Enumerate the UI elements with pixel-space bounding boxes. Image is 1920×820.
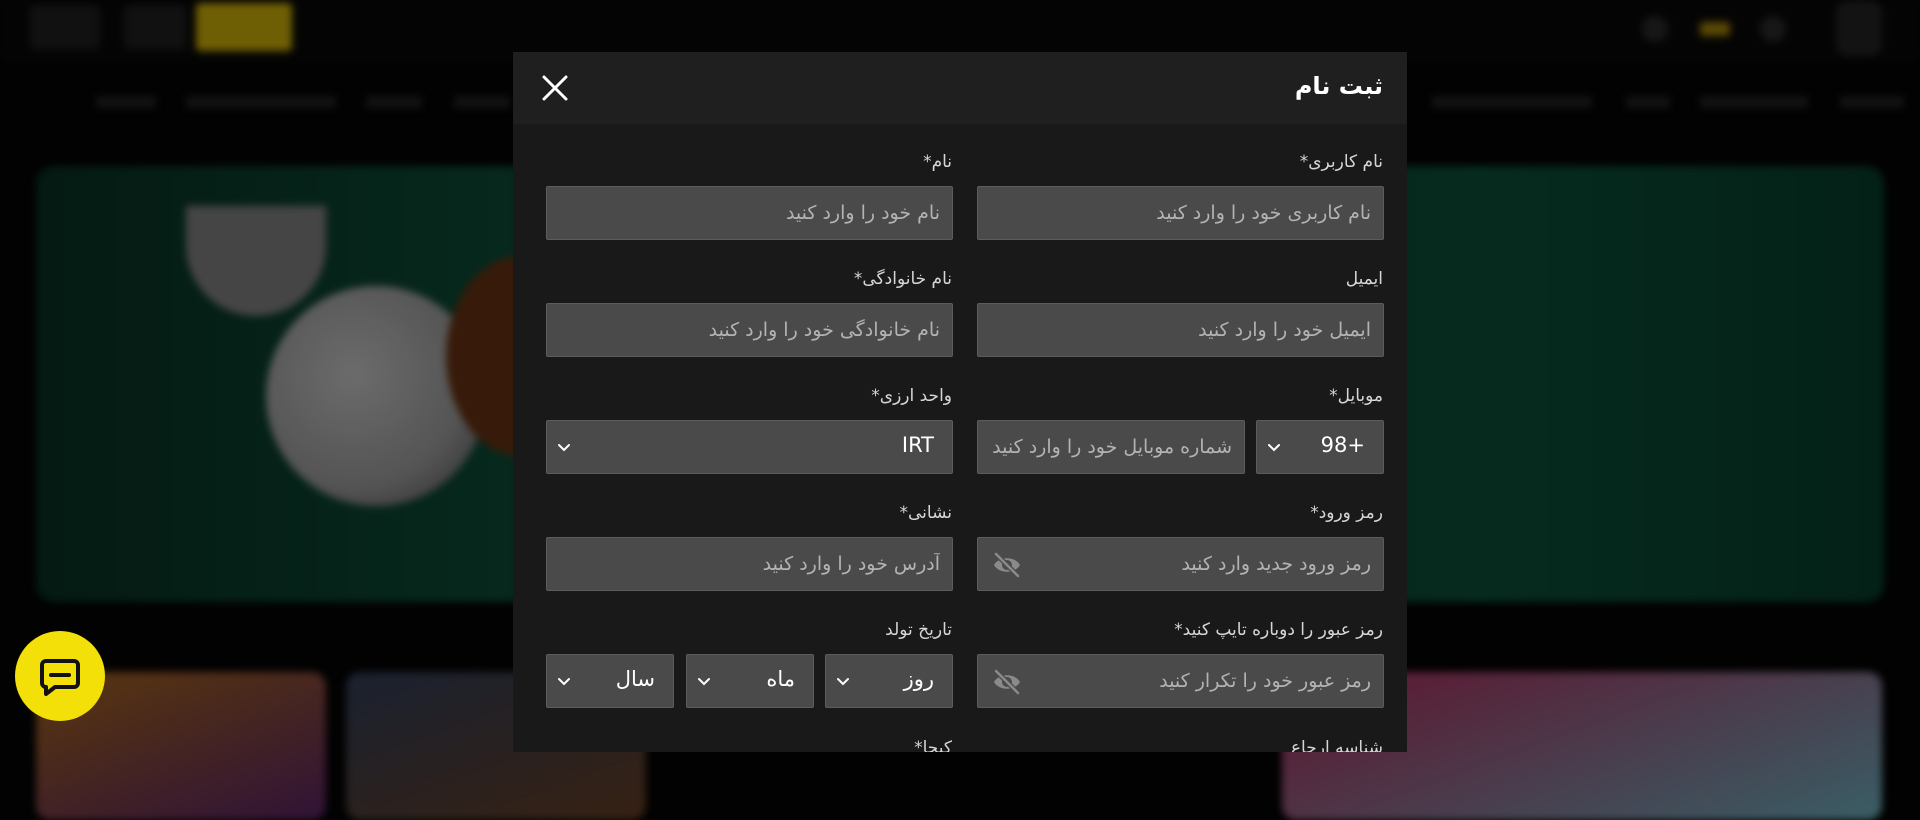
chevron-down-icon [558, 444, 570, 452]
country-code-value: 98+ [1320, 433, 1365, 457]
email-label: ایمیل [1345, 269, 1383, 289]
chat-icon [40, 659, 80, 696]
mobile-field[interactable] [977, 420, 1245, 474]
birth-day-value: روز [903, 667, 934, 691]
close-icon[interactable] [539, 72, 571, 104]
captcha-label: کپچا* [914, 738, 952, 752]
mobile-label: موبایل* [1329, 386, 1383, 406]
first-name-field[interactable] [546, 186, 953, 240]
password-repeat-label: رمز عبور را دوباره تایپ کنید* [1174, 620, 1383, 640]
birthdate-label: تاریخ تولد [885, 620, 952, 640]
currency-value: IRT [901, 433, 934, 457]
last-name-label: نام خانوادگی* [853, 269, 952, 289]
modal-header: ثبت نام [513, 52, 1407, 124]
address-label: نشانی* [899, 503, 952, 523]
birth-month-value: ماه [766, 667, 795, 691]
birth-year-select[interactable]: سال [546, 654, 674, 708]
chevron-down-icon [558, 678, 570, 686]
last-name-input[interactable] [547, 304, 952, 356]
referral-label: شناسه ارجاع [1290, 738, 1383, 752]
password-repeat-field[interactable] [977, 654, 1384, 708]
password-field[interactable] [977, 537, 1384, 591]
eye-off-icon[interactable] [992, 668, 1022, 696]
email-field[interactable] [977, 303, 1384, 357]
chevron-down-icon [837, 678, 849, 686]
chat-button[interactable] [15, 631, 105, 721]
password-label: رمز ورود* [1310, 503, 1383, 523]
chevron-down-icon [1268, 444, 1280, 452]
chevron-down-icon [698, 678, 710, 686]
first-name-input[interactable] [547, 187, 952, 239]
birth-day-select[interactable]: روز [825, 654, 953, 708]
password-repeat-input[interactable] [978, 655, 1383, 707]
username-field[interactable] [977, 186, 1384, 240]
modal-body: نام کاربری* نام* ایمیل نام خانوادگی* موب… [513, 124, 1407, 752]
last-name-field[interactable] [546, 303, 953, 357]
mobile-input[interactable] [978, 421, 1244, 473]
currency-select[interactable]: IRT [546, 420, 953, 474]
username-input[interactable] [978, 187, 1383, 239]
email-input[interactable] [978, 304, 1383, 356]
modal-title: ثبت نام [1294, 72, 1383, 100]
username-label: نام کاربری* [1299, 152, 1383, 172]
address-input[interactable] [547, 538, 952, 590]
country-code-select[interactable]: 98+ [1256, 420, 1384, 474]
birth-month-select[interactable]: ماه [686, 654, 814, 708]
eye-off-icon[interactable] [992, 551, 1022, 579]
first-name-label: نام* [923, 152, 952, 172]
register-modal: ثبت نام نام کاربری* نام* ایمیل نام خانوا… [513, 52, 1407, 752]
password-input[interactable] [978, 538, 1383, 590]
currency-label: واحد ارزی* [871, 386, 952, 406]
address-field[interactable] [546, 537, 953, 591]
birth-year-value: سال [615, 667, 655, 691]
